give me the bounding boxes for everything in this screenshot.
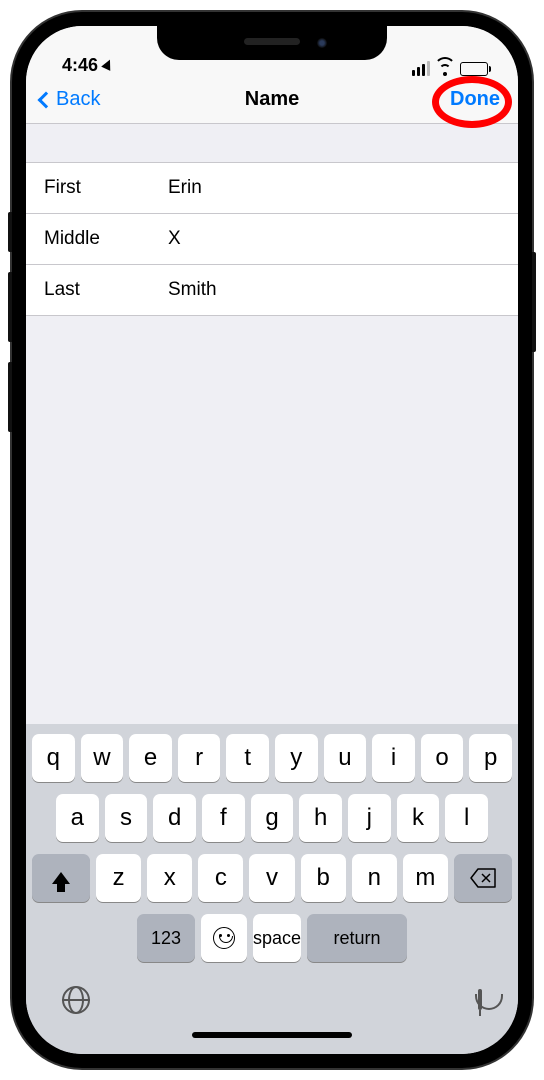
key-emoji[interactable] (201, 914, 247, 962)
phone-frame: 4:46 Back Name Done First (12, 12, 532, 1068)
key-d[interactable]: d (153, 794, 196, 842)
last-name-row[interactable]: Last (26, 265, 518, 316)
key-g[interactable]: g (251, 794, 294, 842)
key-e[interactable]: e (129, 734, 172, 782)
first-input[interactable] (168, 177, 500, 199)
key-h[interactable]: h (299, 794, 342, 842)
name-form: First Middle Last (26, 162, 518, 316)
key-return[interactable]: return (307, 914, 407, 962)
key-z[interactable]: z (96, 854, 141, 902)
done-label: Done (450, 88, 500, 110)
key-p[interactable]: p (469, 734, 512, 782)
key-t[interactable]: t (226, 734, 269, 782)
wifi-icon (436, 62, 454, 76)
keyboard-row-2: a s d f g h j k l (32, 794, 512, 842)
key-s[interactable]: s (105, 794, 148, 842)
key-f[interactable]: f (202, 794, 245, 842)
keyboard: q w e r t y u i o p a s d f g h j k l (26, 724, 518, 1054)
key-a[interactable]: a (56, 794, 99, 842)
keyboard-footer (32, 974, 512, 1016)
key-o[interactable]: o (421, 734, 464, 782)
key-u[interactable]: u (324, 734, 367, 782)
back-label: Back (56, 88, 100, 111)
keyboard-row-1: q w e r t y u i o p (32, 734, 512, 782)
backspace-icon (470, 868, 496, 888)
emoji-icon (213, 927, 235, 949)
key-b[interactable]: b (301, 854, 346, 902)
keyboard-row-4: 123 space return (32, 914, 512, 962)
key-space[interactable]: space (253, 914, 301, 962)
key-i[interactable]: i (372, 734, 415, 782)
key-l[interactable]: l (445, 794, 488, 842)
nav-bar: Back Name Done (26, 78, 518, 124)
notch (157, 26, 387, 60)
key-j[interactable]: j (348, 794, 391, 842)
key-numbers[interactable]: 123 (137, 914, 195, 962)
key-r[interactable]: r (178, 734, 221, 782)
status-time: 4:46 (62, 55, 98, 76)
shift-icon (52, 872, 70, 884)
home-indicator[interactable] (192, 1032, 352, 1038)
signal-icon (412, 61, 430, 76)
key-v[interactable]: v (249, 854, 294, 902)
mic-icon[interactable] (478, 989, 482, 1010)
key-m[interactable]: m (403, 854, 448, 902)
location-icon (101, 57, 114, 70)
first-label: First (44, 177, 168, 199)
done-button[interactable]: Done (450, 88, 500, 111)
chevron-left-icon (38, 91, 55, 108)
key-q[interactable]: q (32, 734, 75, 782)
key-x[interactable]: x (147, 854, 192, 902)
last-input[interactable] (168, 279, 500, 301)
battery-icon (460, 62, 488, 76)
key-c[interactable]: c (198, 854, 243, 902)
key-y[interactable]: y (275, 734, 318, 782)
middle-label: Middle (44, 228, 168, 250)
key-w[interactable]: w (81, 734, 124, 782)
screen: 4:46 Back Name Done First (26, 26, 518, 1054)
page-title: Name (245, 88, 299, 111)
key-k[interactable]: k (397, 794, 440, 842)
key-shift[interactable] (32, 854, 90, 902)
middle-input[interactable] (168, 228, 500, 250)
first-name-row[interactable]: First (26, 162, 518, 214)
middle-name-row[interactable]: Middle (26, 214, 518, 265)
key-n[interactable]: n (352, 854, 397, 902)
content-area (26, 316, 518, 724)
back-button[interactable]: Back (40, 88, 100, 111)
keyboard-row-3: z x c v b n m (32, 854, 512, 902)
globe-icon[interactable] (62, 986, 90, 1014)
last-label: Last (44, 279, 168, 301)
key-backspace[interactable] (454, 854, 512, 902)
